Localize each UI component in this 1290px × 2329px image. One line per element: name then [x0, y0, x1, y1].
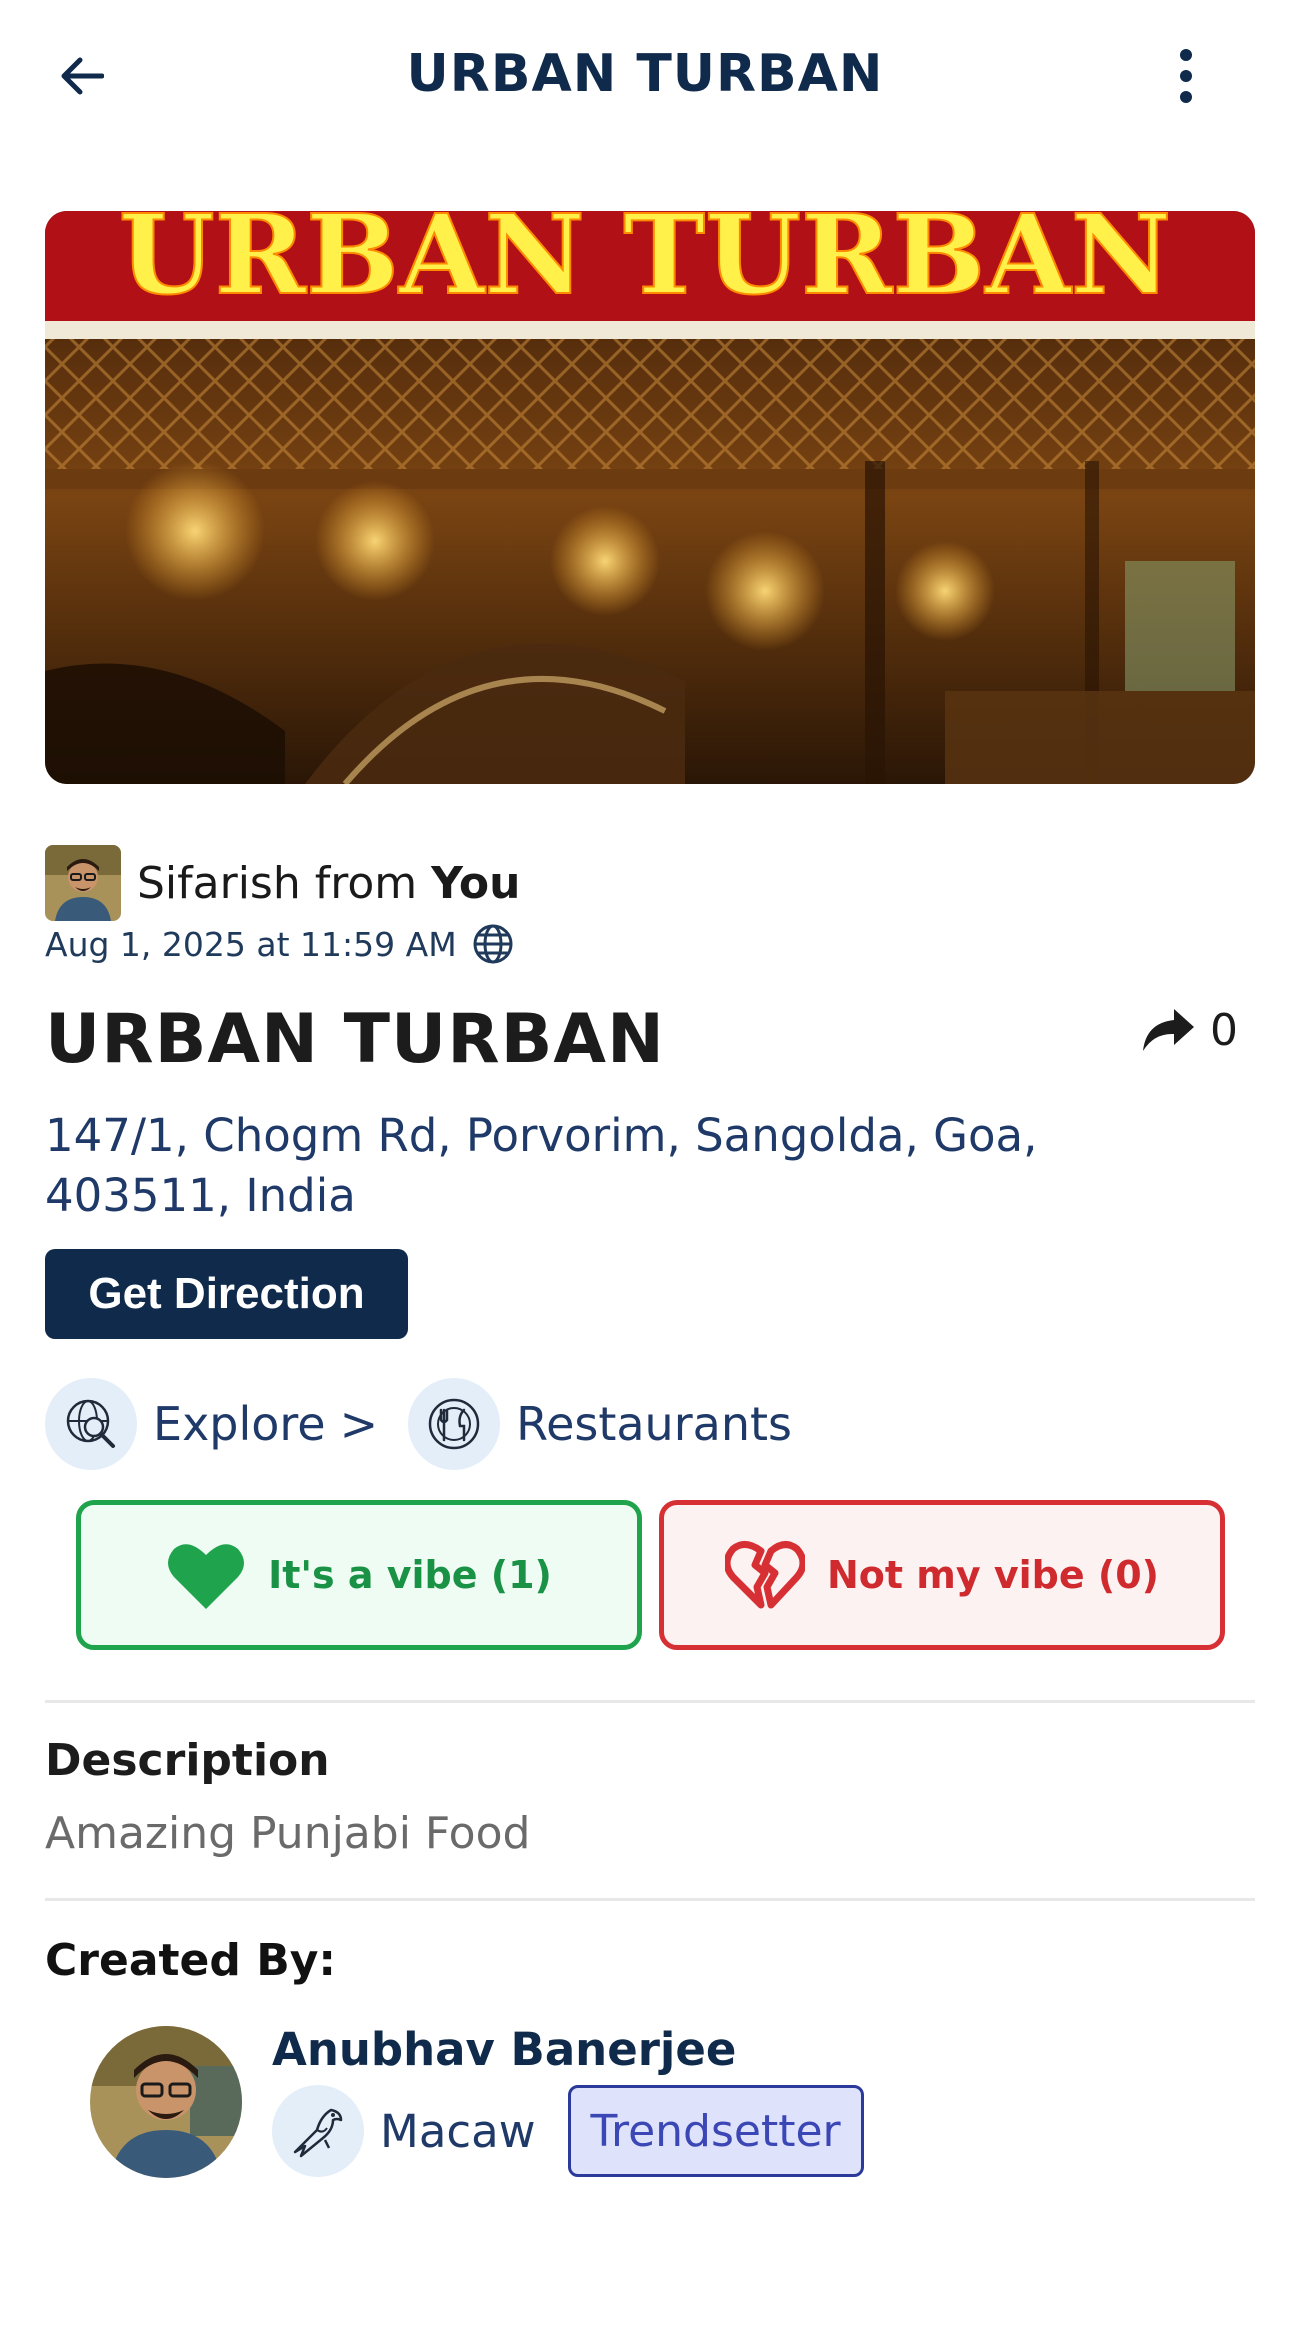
description-text: Amazing Punjabi Food: [45, 1808, 531, 1859]
place-name: URBAN TURBAN: [45, 1000, 665, 1079]
sifarish-author[interactable]: You: [431, 858, 520, 909]
not-my-vibe-label: Not my vibe (0): [826, 1553, 1160, 1597]
page-title: URBAN TURBAN: [406, 44, 884, 104]
get-direction-button[interactable]: Get Direction: [45, 1249, 408, 1339]
more-vertical-icon: [1180, 49, 1192, 103]
heart-icon: [168, 1544, 245, 1609]
hero-sign-text: URBAN TURBAN: [119, 211, 1172, 319]
timestamp: Aug 1, 2025 at 11:59 AM: [45, 924, 457, 964]
explore-globe-icon[interactable]: [45, 1378, 137, 1470]
not-my-vibe-button[interactable]: Not my vibe (0): [659, 1500, 1225, 1650]
restaurant-icon[interactable]: [408, 1378, 501, 1470]
its-a-vibe-label: It's a vibe (1): [268, 1553, 552, 1597]
breadcrumb-restaurants[interactable]: Restaurants: [516, 1397, 792, 1451]
trendsetter-badge: Trendsetter: [567, 2085, 864, 2177]
more-options-button[interactable]: [1150, 40, 1222, 112]
share-button[interactable]: 0: [1140, 1000, 1238, 1060]
creator-rank: Macaw: [380, 2104, 536, 2158]
globe-icon: [473, 924, 513, 964]
its-a-vibe-button[interactable]: It's a vibe (1): [76, 1500, 642, 1650]
share-count: 0: [1210, 1004, 1238, 1056]
creator-avatar[interactable]: [90, 2026, 242, 2178]
breadcrumb: Explore > Restaurants: [45, 1378, 792, 1470]
broken-heart-icon: [724, 1541, 805, 1609]
place-address: 147/1, Chogm Rd, Porvorim, Sangolda, Goa…: [45, 1109, 1038, 1222]
description-heading: Description: [45, 1735, 330, 1786]
breadcrumb-explore[interactable]: Explore: [153, 1397, 326, 1451]
divider: [45, 1898, 1255, 1901]
place-photo[interactable]: URBAN TURBAN: [45, 211, 1255, 784]
top-app-bar: URBAN TURBAN: [0, 0, 1290, 150]
breadcrumb-separator: >: [339, 1397, 379, 1451]
share-arrow-icon: [1143, 1009, 1194, 1051]
creator-meta: Macaw Trendsetter: [272, 2085, 864, 2177]
post-meta: Aug 1, 2025 at 11:59 AM: [45, 922, 515, 966]
creator-name[interactable]: Anubhav Banerjee: [272, 2023, 736, 2076]
sifarish-label: Sifarish from You: [137, 858, 520, 909]
avatar[interactable]: [45, 845, 121, 921]
sifarish-source: Sifarish from You: [45, 845, 520, 921]
divider: [45, 1700, 1255, 1703]
macaw-icon: [272, 2085, 364, 2177]
sifarish-prefix: Sifarish from: [137, 857, 432, 909]
created-by-heading: Created By:: [45, 1935, 337, 1986]
